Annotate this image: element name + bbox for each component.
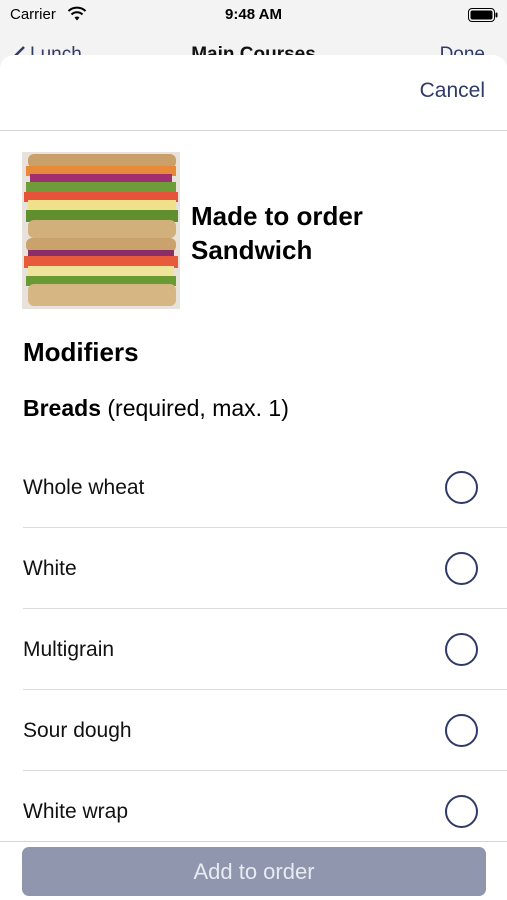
group-rule: (required, max. 1) xyxy=(107,395,289,421)
radio-icon[interactable] xyxy=(445,633,478,666)
radio-icon[interactable] xyxy=(445,714,478,747)
radio-icon[interactable] xyxy=(445,795,478,828)
bread-options-list: Whole wheat White Multigrain Sour dough … xyxy=(0,447,507,852)
group-name: Breads xyxy=(23,395,101,421)
modifier-sheet: Cancel Made to order Sandwich Modifiers … xyxy=(0,55,507,900)
product-title: Made to order Sandwich xyxy=(191,201,363,265)
radio-icon[interactable] xyxy=(445,552,478,585)
status-time: 9:48 AM xyxy=(225,6,282,23)
option-row-white-wrap[interactable]: White wrap xyxy=(0,771,507,852)
modifiers-heading: Modifiers xyxy=(23,337,139,367)
sandwich-icon xyxy=(22,152,180,309)
option-label: Whole wheat xyxy=(23,475,145,499)
option-label: Multigrain xyxy=(23,637,115,661)
option-label: Sour dough xyxy=(23,718,132,742)
option-row-whole-wheat[interactable]: Whole wheat xyxy=(0,447,507,528)
cancel-button[interactable]: Cancel xyxy=(420,79,485,103)
option-row-multigrain[interactable]: Multigrain xyxy=(0,609,507,690)
bottom-action-bar: Add to order xyxy=(0,841,507,900)
sandwich-photo xyxy=(22,152,180,309)
battery-icon xyxy=(468,8,498,22)
option-row-sour-dough[interactable]: Sour dough xyxy=(0,690,507,771)
status-bar: Carrier 9:48 AM xyxy=(0,0,507,30)
group-heading: Breads (required, max. 1) xyxy=(23,395,289,422)
option-label: White xyxy=(23,556,77,580)
sheet-header: Cancel xyxy=(0,55,507,131)
add-to-order-button[interactable]: Add to order xyxy=(22,847,486,896)
radio-icon[interactable] xyxy=(445,471,478,504)
option-row-white[interactable]: White xyxy=(0,528,507,609)
option-label: White wrap xyxy=(23,799,129,823)
